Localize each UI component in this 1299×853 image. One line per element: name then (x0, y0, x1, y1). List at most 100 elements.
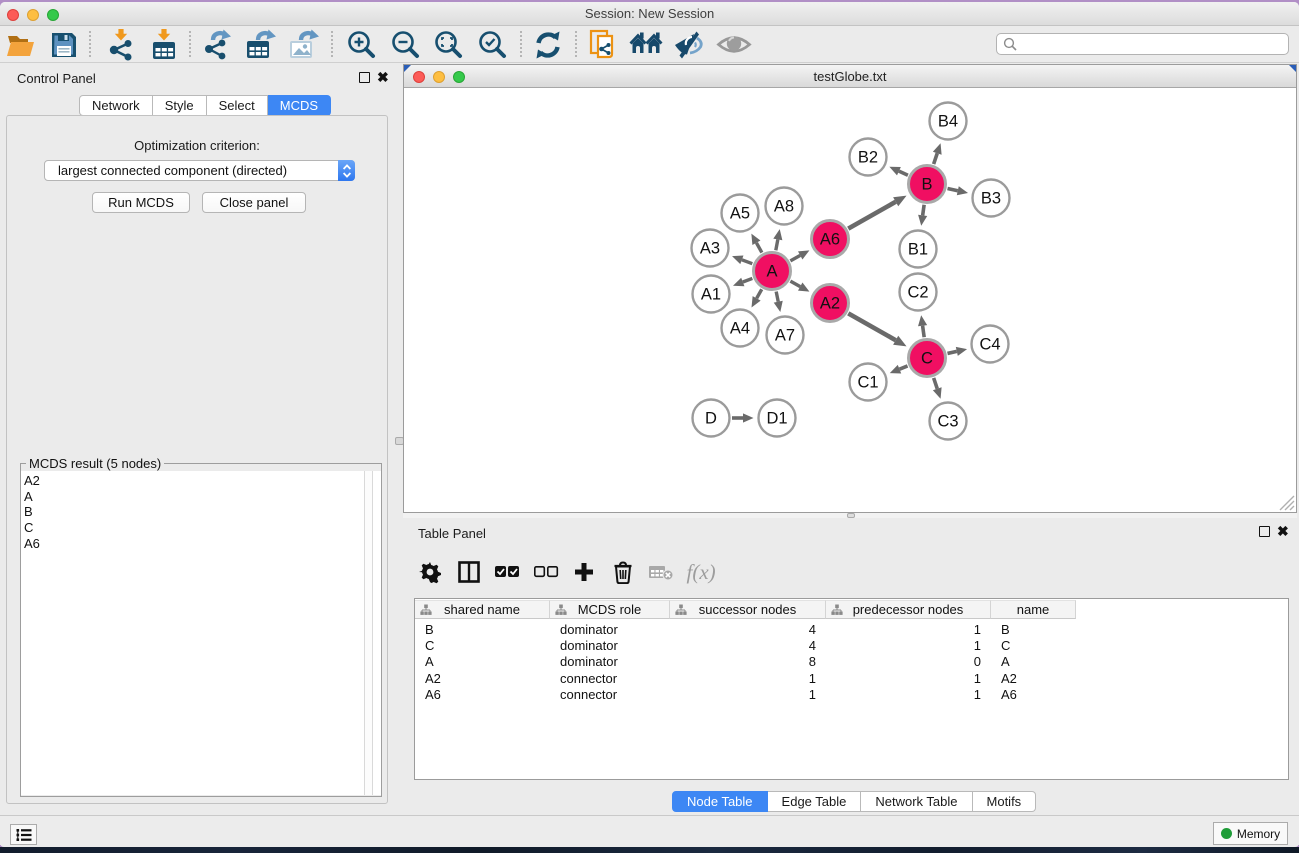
column-header-name[interactable]: name (991, 600, 1076, 619)
table-cell-name[interactable]: C (991, 638, 1076, 653)
table-cell-shared_name[interactable]: C (415, 638, 550, 653)
table-row[interactable]: Adominator80A (415, 654, 1288, 670)
graph-edge-A2-C[interactable] (848, 313, 895, 340)
graph-edge-C-C1[interactable] (899, 366, 907, 369)
table-cell-mcds_role[interactable]: connector (550, 687, 670, 702)
tab-network-table[interactable]: Network Table (861, 791, 972, 812)
zoom-in-button[interactable] (343, 29, 379, 61)
delete-column-button[interactable] (610, 560, 636, 584)
graph-edge-C-C2[interactable] (923, 326, 925, 338)
close-panel-icon[interactable]: ✖ (377, 72, 389, 83)
save-session-button[interactable] (46, 29, 82, 61)
mcds-result-item[interactable]: B (24, 504, 381, 520)
memory-button[interactable]: Memory (1213, 822, 1288, 845)
refresh-button[interactable] (530, 29, 566, 61)
criterion-select[interactable]: largest connected component (directed) (44, 160, 355, 181)
deselect-all-button[interactable] (533, 565, 559, 579)
show-all-networks-button[interactable] (629, 29, 665, 61)
table-cell-name[interactable]: A6 (991, 687, 1076, 702)
import-network-button[interactable] (103, 29, 139, 61)
table-cell-mcds_role[interactable]: dominator (550, 638, 670, 653)
table-cell-successor_nodes[interactable]: 1 (670, 671, 826, 686)
zoom-fit-button[interactable] (430, 29, 466, 61)
tab-edge-table[interactable]: Edge Table (768, 791, 862, 812)
export-image-button[interactable] (285, 29, 321, 61)
table-cell-shared_name[interactable]: A (415, 654, 550, 669)
table-cell-name[interactable]: B (991, 622, 1076, 637)
mcds-result-item[interactable]: C (24, 520, 381, 536)
graph-edge-A-A4[interactable] (757, 289, 762, 298)
table-cell-successor_nodes[interactable]: 4 (670, 638, 826, 653)
table-cell-mcds_role[interactable]: dominator (550, 654, 670, 669)
network-graph[interactable]: AA2A6BCA1A3A4A5A7A8B1B2B3B4C1C2C3C4DD1 (404, 89, 1296, 512)
table-cell-successor_nodes[interactable]: 1 (670, 687, 826, 702)
mcds-result-item[interactable]: A (24, 489, 381, 505)
table-cell-predecessor_nodes[interactable]: 1 (826, 622, 991, 637)
close-panel-icon[interactable]: ✖ (1277, 526, 1289, 537)
mcds-result-list[interactable]: A2ABCA6 (21, 471, 381, 795)
table-cell-predecessor_nodes[interactable]: 1 (826, 638, 991, 653)
graph-edge-B-B4[interactable] (934, 153, 938, 164)
task-history-button[interactable] (10, 824, 37, 845)
export-table-button[interactable] (242, 29, 278, 61)
table-cell-successor_nodes[interactable]: 4 (670, 622, 826, 637)
resize-grip-icon[interactable] (1277, 493, 1295, 511)
column-header-mcds_role[interactable]: MCDS role (550, 600, 670, 619)
table-cell-shared_name[interactable]: A2 (415, 671, 550, 686)
network-canvas[interactable]: AA2A6BCA1A3A4A5A7A8B1B2B3B4C1C2C3C4DD1 (404, 89, 1296, 512)
run-mcds-button[interactable]: Run MCDS (92, 192, 190, 213)
result-scrollbar[interactable] (364, 471, 373, 795)
graph-edge-A-A6[interactable] (790, 255, 800, 260)
table-cell-shared_name[interactable]: A6 (415, 687, 550, 702)
graph-edge-A-A3[interactable] (742, 260, 752, 264)
graph-edge-A-A8[interactable] (776, 239, 778, 250)
tab-network[interactable]: Network (79, 95, 153, 116)
float-panel-icon[interactable] (1259, 526, 1270, 537)
select-all-button[interactable] (494, 565, 520, 579)
tab-select[interactable]: Select (207, 95, 268, 116)
gear-button[interactable] (417, 560, 443, 584)
show-panel-button[interactable] (716, 29, 752, 61)
table-cell-mcds_role[interactable]: dominator (550, 622, 670, 637)
zoom-selected-button[interactable] (474, 29, 510, 61)
mcds-result-item[interactable]: A6 (24, 536, 381, 552)
table-cell-name[interactable]: A2 (991, 671, 1076, 686)
hide-panel-button[interactable] (672, 29, 708, 61)
table-cell-successor_nodes[interactable]: 8 (670, 654, 826, 669)
graph-edge-A-A5[interactable] (756, 243, 761, 253)
table-cell-predecessor_nodes[interactable]: 1 (826, 671, 991, 686)
search-input[interactable] (996, 33, 1289, 55)
tab-node-table[interactable]: Node Table (672, 791, 768, 812)
float-panel-icon[interactable] (359, 72, 370, 83)
tab-style[interactable]: Style (153, 95, 207, 116)
close-panel-button[interactable]: Close panel (202, 192, 306, 213)
graph-edge-A-A7[interactable] (776, 292, 778, 302)
graph-edge-B-B1[interactable] (923, 205, 924, 216)
table-row[interactable]: Cdominator41C (415, 637, 1288, 653)
graph-edge-A6-B[interactable] (848, 202, 895, 229)
column-header-shared_name[interactable]: shared name (415, 600, 550, 619)
graph-edge-A-A2[interactable] (790, 281, 800, 286)
export-network-button[interactable] (199, 29, 235, 61)
table-row[interactable]: A2connector11A2 (415, 670, 1288, 686)
column-header-successor_nodes[interactable]: successor nodes (670, 600, 826, 619)
graph-edge-C-C3[interactable] (934, 378, 938, 389)
import-table-button[interactable] (146, 29, 182, 61)
zoom-out-button[interactable] (387, 29, 423, 61)
table-cell-predecessor_nodes[interactable]: 0 (826, 654, 991, 669)
table-cell-name[interactable]: A (991, 654, 1076, 669)
table-cell-mcds_role[interactable]: connector (550, 671, 670, 686)
add-column-button[interactable] (571, 561, 597, 583)
new-network-from-selection-button[interactable] (586, 29, 622, 61)
table-row[interactable]: A6connector11A6 (415, 686, 1288, 702)
graph-edge-A-A1[interactable] (743, 278, 753, 282)
column-header-predecessor_nodes[interactable]: predecessor nodes (826, 600, 991, 619)
tab-mcds[interactable]: MCDS (268, 95, 331, 116)
mcds-result-item[interactable]: A2 (24, 473, 381, 489)
graph-edge-B-B2[interactable] (899, 171, 908, 175)
open-file-button[interactable] (2, 29, 38, 61)
table-cell-predecessor_nodes[interactable]: 1 (826, 687, 991, 702)
tab-motifs[interactable]: Motifs (973, 791, 1037, 812)
table-row[interactable]: Bdominator41B (415, 621, 1288, 637)
table-cell-shared_name[interactable]: B (415, 622, 550, 637)
